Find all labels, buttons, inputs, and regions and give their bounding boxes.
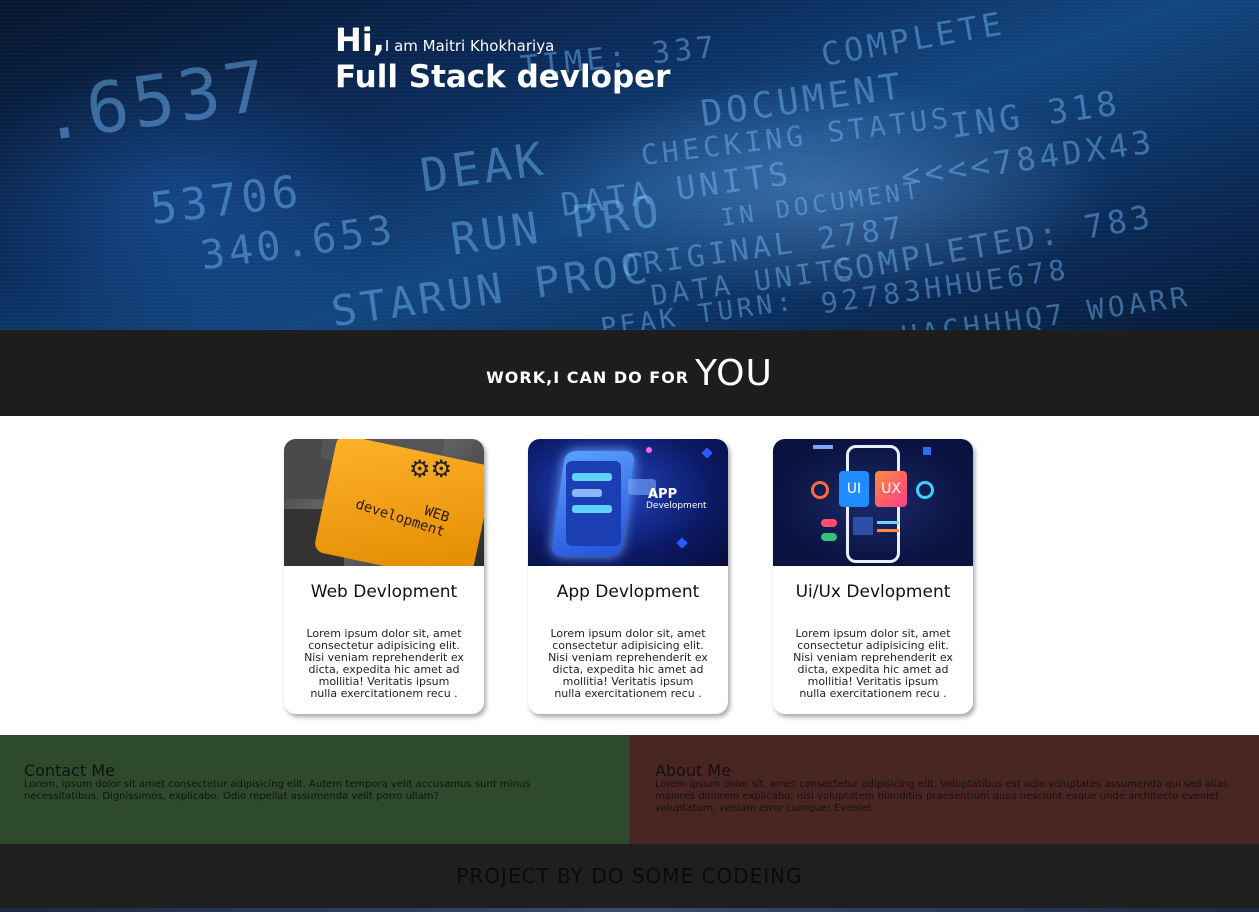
service-title: App Devlopment	[556, 582, 700, 602]
services-heading-big: YOU	[695, 352, 773, 394]
hero-intro: I am Maitri Khokhariya	[384, 37, 555, 55]
services-heading-small: WORK,I CAN DO FOR	[486, 367, 690, 387]
hero-text: Hi,I am Maitri Khokhariya Full Stack dev…	[335, 22, 670, 96]
service-description: Lorem ipsum dolor sit, amet consectetur …	[548, 627, 708, 700]
gear-icon: ⚙⚙	[409, 455, 453, 483]
app-image-subtitle: Development	[646, 501, 707, 511]
services-cards: ⚙⚙ WEB development Web Devlopment Lorem i…	[0, 416, 1259, 735]
hero-banner: .6537 TIME: 337 COMPLETE DOCUMENT ING 31…	[0, 0, 1259, 330]
contact-section: Contact Me Lorem, ipsum dolor sit amet c…	[0, 735, 629, 844]
service-description: Lorem ipsum dolor sit, amet consectetur …	[304, 627, 464, 700]
contact-text: Lorem, ipsum dolor sit amet consectetur …	[24, 779, 531, 802]
hero-role: Full Stack devloper	[335, 59, 671, 95]
services-heading: WORK,I CAN DO FOR YOU	[0, 330, 1259, 416]
service-card-uiux[interactable]: UI UX Ui/Ux Devlopment Lorem ipsum dolor…	[773, 439, 973, 714]
service-description: Lorem ipsum dolor sit, amet consectetur …	[793, 627, 953, 700]
footer-text: PROJECT BY DO SOME CODEING	[456, 864, 803, 888]
ux-tile: UX	[875, 471, 907, 507]
app-image-title: APP	[648, 487, 678, 502]
service-card-web[interactable]: ⚙⚙ WEB development Web Devlopment Lorem i…	[284, 439, 484, 714]
app-development-image: APP Development	[528, 439, 728, 566]
uiux-development-image: UI UX	[773, 439, 973, 566]
about-text: Lorem ipsum dolor sit, amet consectetur …	[655, 779, 1228, 814]
about-section: About Me Lorem ipsum dolor sit, amet con…	[629, 735, 1259, 844]
ui-tile: UI	[839, 471, 869, 507]
service-title: Ui/Ux Devlopment	[795, 582, 951, 602]
web-development-image: ⚙⚙ WEB development	[284, 439, 484, 566]
footer: PROJECT BY DO SOME CODEING	[0, 844, 1259, 908]
service-title: Web Devlopment	[310, 582, 458, 602]
hero-hi: Hi,	[335, 21, 385, 59]
about-title: About Me	[655, 761, 732, 780]
contact-title: Contact Me	[24, 761, 115, 780]
bottom-strip	[0, 908, 1259, 912]
service-card-app[interactable]: APP Development App Devlopment Lorem ips…	[528, 439, 728, 714]
hero-greeting: Hi,I am Maitri Khokhariya	[335, 22, 670, 58]
